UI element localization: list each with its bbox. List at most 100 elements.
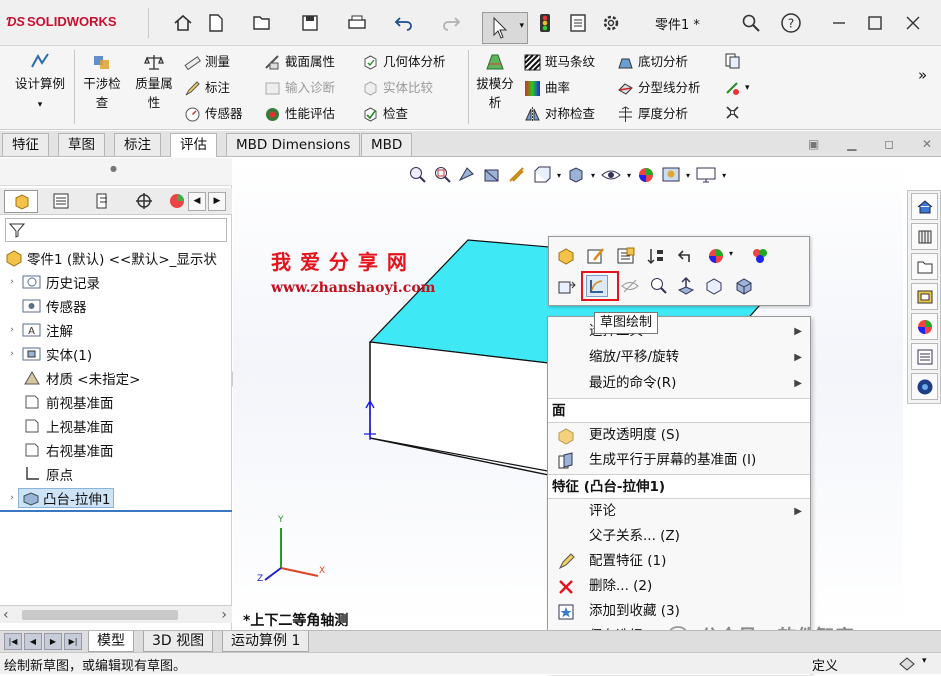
display-style-icon[interactable] (566, 165, 586, 185)
tab-scroll-right-icon[interactable]: ▶ (208, 192, 226, 211)
redo-icon[interactable] (438, 10, 464, 36)
tree-filter-box[interactable] (5, 218, 227, 242)
sketch-icon[interactable] (586, 275, 608, 297)
tree-item-boss-extrude1[interactable]: › 凸台-拉伸1 (6, 487, 115, 509)
open-folder-icon[interactable] (249, 10, 275, 36)
mass-properties-button[interactable]: 质量属性 (130, 55, 178, 112)
menu-item-selection-tools[interactable]: 选择工具▶ (548, 319, 810, 344)
custom-properties-tab[interactable] (911, 343, 938, 370)
menu-item-configure-feature[interactable]: 配置特征 (1) (548, 549, 810, 574)
normal-view-icon[interactable] (675, 275, 697, 297)
display-manager-tab[interactable] (166, 190, 186, 213)
search-commands-icon[interactable] (738, 10, 764, 36)
new-document-icon[interactable] (203, 10, 229, 36)
close-window-icon[interactable] (900, 10, 926, 36)
import-diagnostics-button[interactable]: 输入诊断 (264, 78, 335, 98)
prev-tab-icon[interactable]: ◀ (24, 633, 42, 650)
performance-evaluation-button[interactable]: 性能评估 (264, 104, 335, 124)
dimxpert-tab[interactable] (126, 190, 162, 213)
thickness-analysis-button[interactable]: 厚度分析 (617, 104, 688, 124)
check-button[interactable]: 检查 (362, 104, 408, 124)
tab-mbd-dimensions[interactable]: MBD Dimensions (226, 133, 361, 156)
tab-motion-study[interactable]: 运动算例 1 (222, 631, 310, 652)
traffic-light-icon[interactable] (532, 10, 558, 36)
save-icon[interactable] (297, 10, 323, 36)
undo-context-icon[interactable] (675, 245, 697, 267)
menu-item-parent-child[interactable]: 父子关系... (Z) (548, 524, 810, 549)
rebuild-status-icon[interactable] (898, 656, 916, 672)
edit-feature-icon[interactable] (555, 245, 577, 267)
view-palette-tab[interactable] (911, 283, 938, 310)
tab-3d-views[interactable]: 3D 视图 (143, 631, 214, 652)
previous-view-icon[interactable] (457, 165, 477, 185)
menu-item-add-to-favorites[interactable]: 添加到收藏 (3) (548, 599, 810, 624)
tab-markup[interactable]: 标注 (114, 133, 161, 156)
panel-splitter[interactable]: ● (0, 158, 232, 186)
design-library-tab[interactable] (911, 223, 938, 250)
dynamic-annotation-icon[interactable] (507, 165, 527, 185)
menu-item-comment[interactable]: 评论 ▶ (548, 499, 810, 524)
view-settings-monitor-icon[interactable] (695, 165, 717, 185)
edit-sketch-icon[interactable] (585, 245, 607, 267)
view-orientation-icon[interactable] (532, 165, 552, 185)
suppress-icon[interactable] (615, 245, 637, 267)
solidworks-logo[interactable]: ƊS SOLIDWORKS (6, 14, 117, 29)
status-dropdown-icon[interactable]: ▾ (922, 656, 927, 666)
hide-body-icon[interactable] (619, 275, 641, 297)
hide-show-items-icon[interactable] (600, 165, 622, 185)
next-tab-icon[interactable]: ▶ (44, 633, 62, 650)
maximize-window-icon[interactable] (862, 10, 888, 36)
tab-evaluate[interactable]: 评估 (170, 133, 217, 157)
tab-features[interactable]: 特征 (2, 133, 49, 156)
gear-icon[interactable] (598, 10, 624, 36)
tree-item-origin[interactable]: 原点 (6, 463, 73, 485)
tab-sketch[interactable]: 草图 (58, 133, 105, 156)
window-controls[interactable]: ▣ ▁ ◻ ✕ (808, 137, 941, 151)
normal-to-icon[interactable] (555, 275, 577, 297)
print-icon[interactable] (344, 10, 370, 36)
scroll-thumb[interactable] (22, 610, 178, 620)
file-explorer-tab[interactable] (911, 253, 938, 280)
tree-item-front-plane[interactable]: 前视基准面 (6, 391, 114, 413)
tab-scroll-left-icon[interactable]: ◀ (188, 192, 206, 211)
help-icon[interactable]: ? (778, 10, 804, 36)
tree-item-top-plane[interactable]: 上视基准面 (6, 415, 114, 437)
rollback-icon[interactable] (645, 245, 667, 267)
section-view-icon[interactable] (482, 165, 502, 185)
select-body-icon[interactable] (703, 275, 725, 297)
measure-button[interactable]: 测量 (184, 52, 230, 72)
home-icon[interactable] (170, 10, 196, 36)
solidworks-resources-tab[interactable] (911, 193, 938, 220)
tree-item-right-plane[interactable]: 右视基准面 (6, 439, 114, 461)
tree-item-annotations[interactable]: › A 注解 (6, 319, 73, 341)
appearances-tab[interactable] (911, 313, 938, 340)
apply-scene-icon[interactable] (661, 165, 681, 185)
tree-horizontal-scrollbar[interactable]: ‹ › (0, 605, 232, 623)
select-tool-button[interactable]: ▾ (482, 12, 528, 44)
menu-item-change-transparency[interactable]: 更改透明度 (S) (548, 423, 810, 448)
isolate-icon[interactable] (733, 275, 755, 297)
undo-icon[interactable] (391, 10, 417, 36)
geometry-analysis-button[interactable]: 几何体分析 (362, 52, 446, 72)
file-properties-icon[interactable] (565, 10, 591, 36)
tab-model[interactable]: 模型 (88, 631, 134, 652)
last-tab-icon[interactable]: ▶| (64, 633, 82, 650)
first-tab-icon[interactable]: |◀ (4, 633, 22, 650)
tree-item-material[interactable]: 材质 <未指定> (6, 367, 140, 389)
menu-item-zoom-pan-rotate[interactable]: 缩放/平移/旋转 ▶ (548, 345, 810, 370)
menu-item-delete[interactable]: 删除... (2) (548, 574, 810, 599)
rollback-bar[interactable] (0, 510, 232, 512)
menu-item-recent-commands[interactable]: 最近的命令(R) ▶ (548, 371, 810, 396)
section-properties-button[interactable]: 截面属性 (264, 52, 335, 72)
configuration-manager-tab[interactable] (84, 190, 122, 213)
ribbon-overflow-icon[interactable]: » (918, 66, 927, 84)
symmetry-check-button[interactable]: 对称检查 (524, 104, 595, 124)
zoom-to-area-icon[interactable] (432, 165, 452, 185)
undercut-analysis-button[interactable]: 底切分析 (617, 52, 688, 72)
tree-root-part[interactable]: 零件1 (默认) <<默认>_显示状 (4, 247, 217, 269)
body-compare-button[interactable]: 实体比较 (362, 78, 433, 98)
solidworks-forum-tab[interactable] (911, 373, 938, 400)
deviation-analysis-icon[interactable] (724, 104, 745, 121)
interference-check-button[interactable]: 干涉检查 (78, 56, 126, 112)
sensors-button[interactable]: 传感器 (184, 104, 243, 124)
